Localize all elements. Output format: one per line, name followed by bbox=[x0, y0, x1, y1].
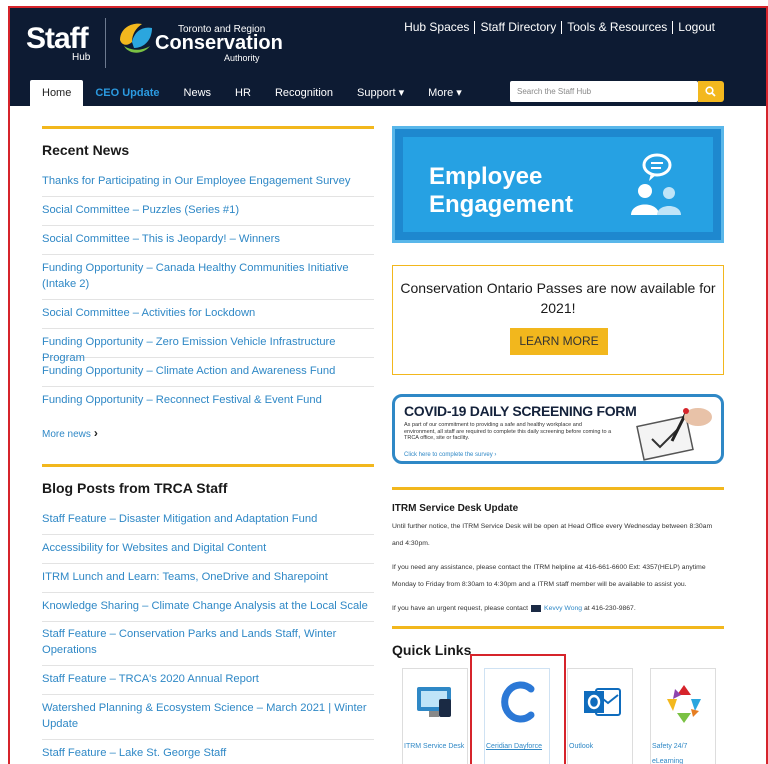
nav-more[interactable]: More ▾ bbox=[416, 80, 474, 106]
blog-item[interactable]: Staff Feature – Conservation Parks and L… bbox=[42, 626, 374, 666]
hub-label: Hub bbox=[72, 52, 91, 63]
recent-news-divider bbox=[42, 126, 374, 129]
urgent-text: If you have an urgent request, please co… bbox=[392, 605, 529, 612]
news-item[interactable]: Funding Opportunity – Zero Emission Vehi… bbox=[42, 334, 374, 364]
news-item[interactable]: Social Committee – This is Jeopardy! – W… bbox=[42, 231, 374, 255]
search-icon bbox=[705, 86, 716, 97]
learn-more-button[interactable]: LEARN MORE bbox=[510, 328, 608, 355]
news-item[interactable]: Social Committee – Puzzles (Series #1) bbox=[42, 202, 374, 226]
nav-hr[interactable]: HR bbox=[223, 80, 263, 106]
news-item[interactable]: Funding Opportunity – Climate Action and… bbox=[42, 363, 374, 387]
search-input[interactable]: Search the Staff Hub bbox=[510, 81, 698, 102]
covid-description: As part of our commitment to providing a… bbox=[404, 422, 612, 441]
itrm-paragraph-3: If you have an urgent request, please co… bbox=[392, 600, 724, 617]
blog-item[interactable]: Staff Feature – Disaster Mitigation and … bbox=[42, 511, 374, 535]
nav-support[interactable]: Support ▾ bbox=[345, 80, 416, 106]
news-item[interactable]: Funding Opportunity – Reconnect Festival… bbox=[42, 392, 374, 416]
blog-item[interactable]: Staff Feature – Lake St. George Staff bbox=[42, 745, 374, 764]
main-nav: Home CEO Update News HR Recognition Supp… bbox=[30, 80, 474, 106]
logout-link[interactable]: Logout bbox=[672, 21, 720, 34]
conservation-passes-banner: Conservation Ontario Passes are now avai… bbox=[392, 265, 724, 375]
service-desk-icon bbox=[417, 687, 451, 717]
news-item[interactable]: Social Committee – Activities for Lockdo… bbox=[42, 305, 374, 329]
quicklink-label: Safety 24/7 eLearning bbox=[652, 743, 688, 764]
ee-line2: Engagement bbox=[429, 191, 574, 218]
recent-news-title: Recent News bbox=[42, 142, 130, 158]
blog-item[interactable]: Knowledge Sharing – Climate Change Analy… bbox=[42, 598, 374, 622]
org-name-line3: Authority bbox=[224, 53, 260, 63]
search-button[interactable] bbox=[698, 81, 724, 102]
more-news-link[interactable]: More news › bbox=[42, 426, 98, 440]
blog-item[interactable]: ITRM Lunch and Learn: Teams, OneDrive an… bbox=[42, 569, 374, 593]
quick-links-title: Quick Links bbox=[392, 642, 472, 658]
more-news-label: More news bbox=[42, 429, 91, 440]
outlook-icon bbox=[584, 688, 621, 716]
top-links: Hub Spaces Staff Directory Tools & Resou… bbox=[399, 21, 720, 34]
logo-divider bbox=[105, 18, 106, 68]
chevron-right-icon: › bbox=[93, 426, 98, 440]
nav-ceo-update[interactable]: CEO Update bbox=[83, 80, 171, 106]
org-name-line2: Conservation bbox=[155, 32, 283, 54]
email-icon bbox=[531, 604, 542, 612]
itrm-divider bbox=[392, 487, 724, 490]
safety-elearning-icon bbox=[667, 685, 701, 723]
quicklink-outlook[interactable]: Outlook bbox=[567, 668, 633, 764]
quicklink-itrm-service-desk[interactable]: ITRM Service Desk bbox=[402, 668, 468, 764]
checklist-pen-icon bbox=[636, 408, 712, 461]
staff-logo[interactable]: Staff bbox=[26, 22, 89, 56]
blog-item[interactable]: Staff Feature – TRCA's 2020 Annual Repor… bbox=[42, 671, 374, 695]
blog-item[interactable]: Accessibility for Websites and Digital C… bbox=[42, 540, 374, 564]
itrm-paragraph-1: Until further notice, the ITRM Service D… bbox=[392, 523, 713, 547]
urgent-phone: at 416-230-9867. bbox=[583, 605, 636, 612]
itrm-title: ITRM Service Desk Update bbox=[392, 503, 519, 514]
itrm-paragraph-2: If you need any assistance, please conta… bbox=[392, 564, 706, 588]
tools-resources-link[interactable]: Tools & Resources bbox=[561, 21, 672, 34]
quicklink-label: Outlook bbox=[569, 743, 594, 750]
page-frame: Staff Hub Toronto and Region Conservatio… bbox=[8, 6, 768, 764]
blog-title: Blog Posts from TRCA Staff bbox=[42, 480, 228, 496]
quicklink-label: ITRM Service Desk bbox=[404, 743, 465, 750]
blog-item[interactable]: Watershed Planning & Ecosystem Science –… bbox=[42, 700, 374, 740]
selection-highlight bbox=[470, 654, 566, 764]
people-chat-icon bbox=[631, 153, 681, 215]
news-item[interactable]: Thanks for Participating in Our Employee… bbox=[42, 173, 374, 197]
nav-news[interactable]: News bbox=[172, 80, 224, 106]
covid-screening-banner[interactable]: COVID-19 DAILY SCREENING FORM As part of… bbox=[392, 394, 724, 464]
site-header: Staff Hub Toronto and Region Conservatio… bbox=[10, 8, 766, 106]
news-item[interactable]: Funding Opportunity – Canada Healthy Com… bbox=[42, 260, 374, 300]
covid-title: COVID-19 DAILY SCREENING FORM bbox=[404, 403, 637, 419]
passes-text: Conservation Ontario Passes are now avai… bbox=[400, 280, 716, 316]
trca-leaf-icon bbox=[120, 23, 152, 53]
nav-recognition[interactable]: Recognition bbox=[263, 80, 345, 106]
quicklink-safety-elearning[interactable]: Safety 24/7 eLearning bbox=[650, 668, 716, 764]
employee-engagement-banner[interactable]: Employee Engagement bbox=[392, 126, 724, 243]
nav-home[interactable]: Home bbox=[30, 80, 84, 106]
staff-directory-link[interactable]: Staff Directory bbox=[474, 21, 561, 34]
banner-inner: Employee Engagement bbox=[403, 137, 713, 232]
contact-link[interactable]: Kevvy Wong bbox=[544, 605, 582, 612]
hub-spaces-link[interactable]: Hub Spaces bbox=[399, 21, 474, 34]
ee-line1: Employee bbox=[429, 163, 543, 190]
ee-heading: Employee Engagement bbox=[429, 163, 573, 219]
blog-divider bbox=[42, 464, 374, 467]
quick-links-divider bbox=[392, 626, 724, 629]
covid-survey-link[interactable]: Click here to complete the survey › bbox=[404, 452, 496, 458]
